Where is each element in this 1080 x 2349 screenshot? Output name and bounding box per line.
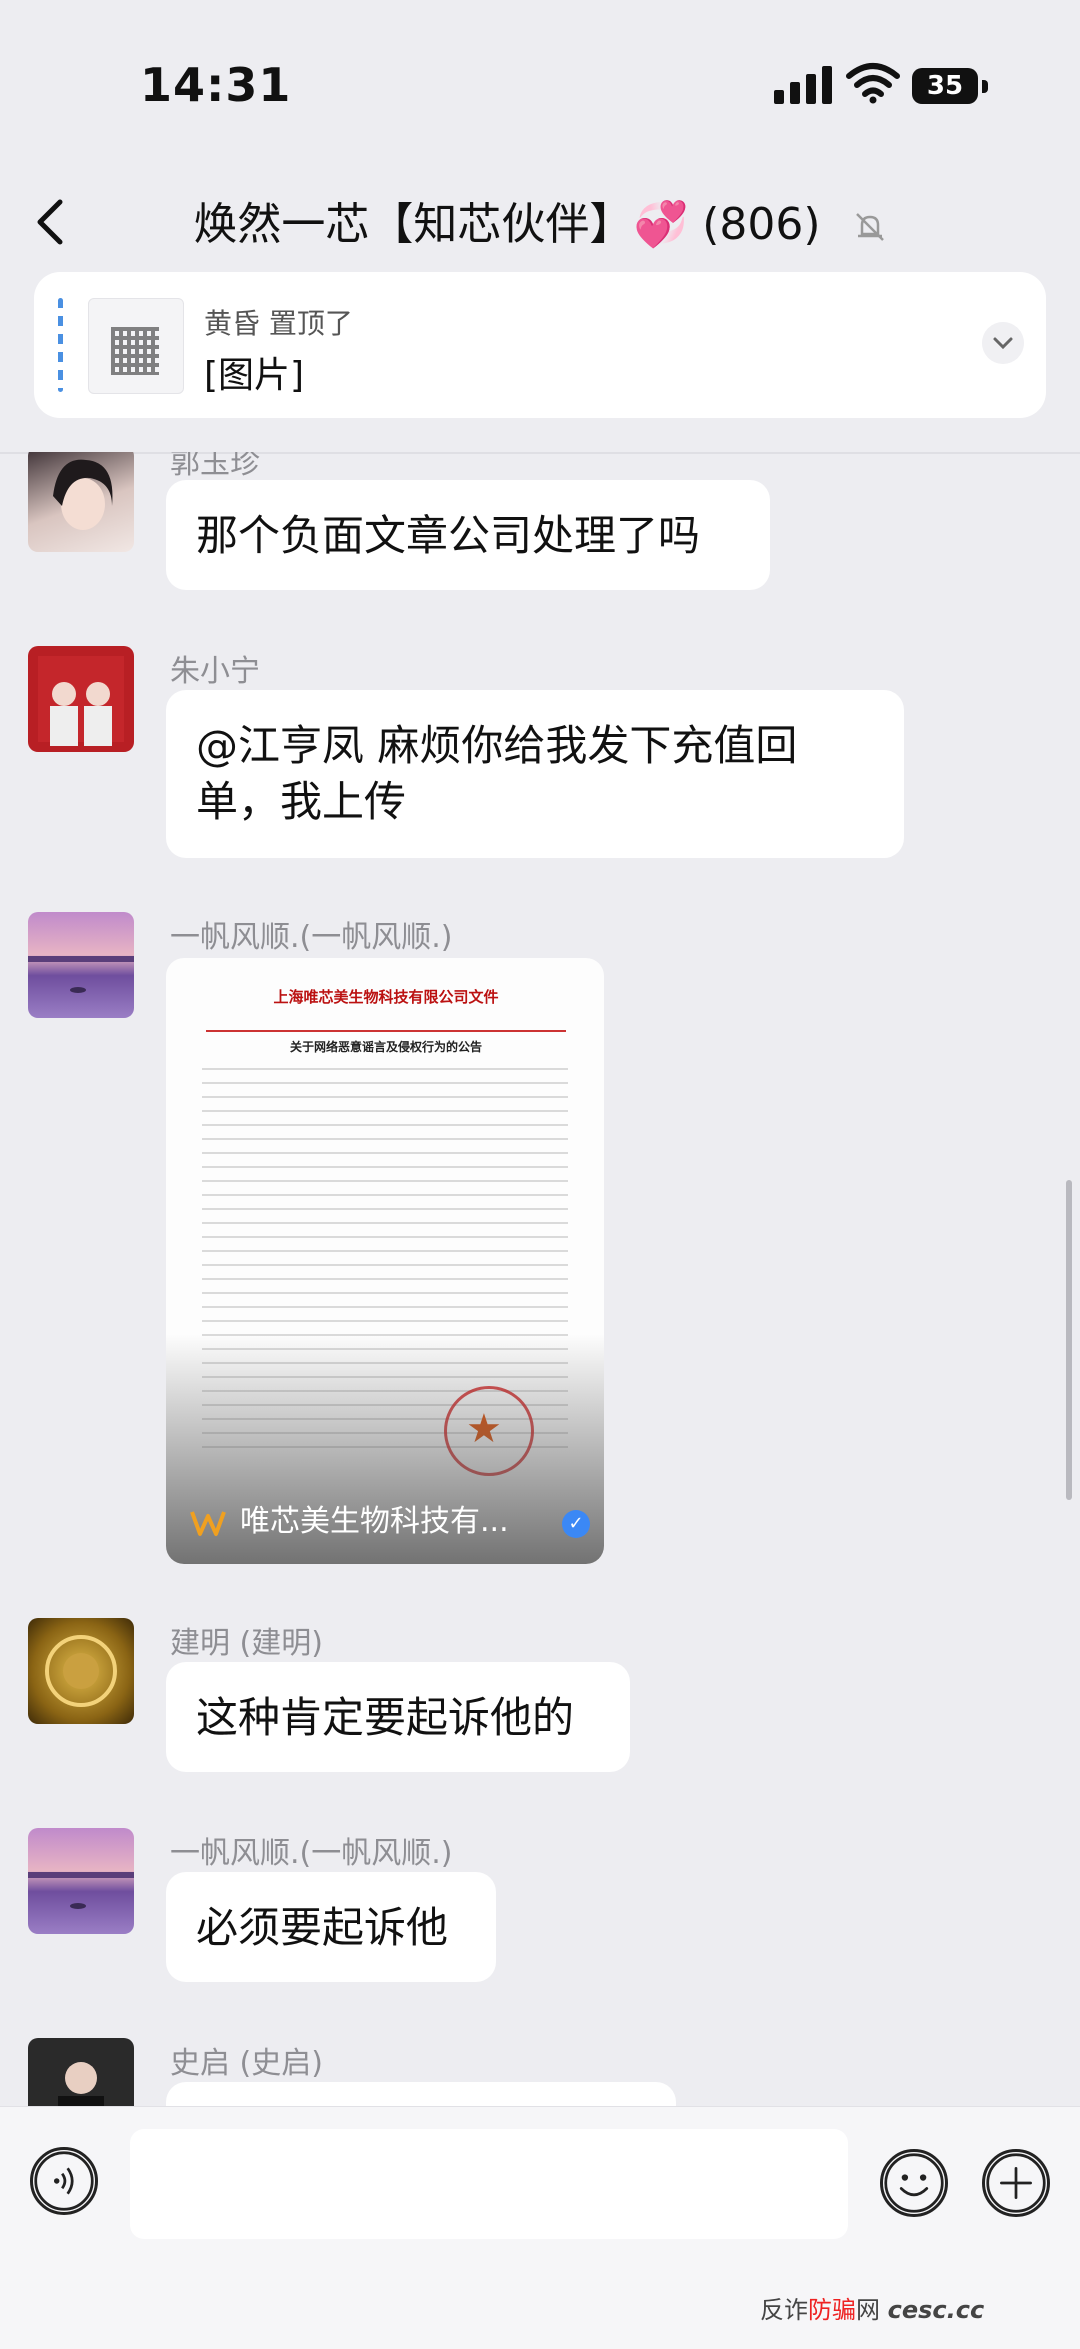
mute-bell-icon <box>855 213 884 241</box>
watermark-highlight: 防骗 <box>808 2296 856 2324</box>
watermark-domain: cesc.cc <box>887 2296 985 2324</box>
avatar-portrait <box>58 2062 104 2106</box>
avatar[interactable] <box>28 912 134 1018</box>
pinned-message-card[interactable]: 黄昏 置顶了 [图片] <box>34 272 1046 418</box>
avatar-family-photo <box>38 656 124 746</box>
sender-name: 郭玉珍 <box>170 452 260 481</box>
pin-indicator <box>58 298 63 392</box>
message-bubble[interactable]: 必须要起诉他 <box>166 1872 496 1982</box>
voice-icon[interactable] <box>30 2147 98 2215</box>
avatar[interactable] <box>28 646 134 752</box>
avatar[interactable] <box>28 452 134 552</box>
plus-icon[interactable] <box>982 2149 1050 2217</box>
chat-title-text: 焕然一芯【知芯伙伴】 <box>193 199 634 250</box>
message-input[interactable] <box>130 2129 848 2239</box>
avatar-portrait <box>53 459 113 530</box>
message-bubble[interactable]: 这种肯定要起诉他的 <box>166 1662 630 1772</box>
verified-icon: ✓ <box>562 1510 590 1538</box>
avatar-sunset-lake <box>28 956 134 993</box>
avatar[interactable] <box>28 2038 134 2106</box>
battery-cap <box>982 80 988 93</box>
status-time: 14:31 <box>140 58 292 112</box>
watermark-suffix: 网 <box>856 2296 880 2324</box>
document-title: 上海唯芯美生物科技有限公司文件 <box>273 988 499 1006</box>
message-bubble[interactable]: @江亨凤 麻烦你给我发下充值回单，我上传 <box>166 690 904 858</box>
wifi-icon <box>846 63 900 104</box>
sender-name: 一帆风顺.(一帆风顺.) <box>170 1836 453 1871</box>
signal-icon <box>774 64 832 104</box>
pinned-content: [图片] <box>204 355 305 396</box>
sender-name: 建明 (建明) <box>170 1626 323 1661</box>
brand-logo-icon <box>190 1510 226 1536</box>
message-bubble[interactable] <box>166 2082 676 2106</box>
chat-title: 焕然一芯【知芯伙伴】💞 (806) <box>0 188 1080 252</box>
message-bubble[interactable]: 那个负面文章公司处理了吗 <box>166 480 770 590</box>
document-subtitle: 关于网络恶意谣言及侵权行为的公告 <box>289 1040 482 1054</box>
sender-name: 一帆风顺.(一帆风顺.) <box>170 920 453 955</box>
pinned-sender-line: 黄昏 置顶了 <box>204 307 353 340</box>
image-message-document[interactable]: 上海唯芯美生物科技有限公司文件 关于网络恶意谣言及侵权行为的公告 ★ 唯芯美生物… <box>166 958 604 1564</box>
emoji-icon[interactable] <box>880 2149 948 2217</box>
avatar-gold-coin <box>45 1635 117 1707</box>
qr-code-image <box>111 327 159 375</box>
avatar[interactable] <box>28 1618 134 1724</box>
avatar[interactable] <box>28 1828 134 1934</box>
battery-icon: 35 <box>912 68 978 104</box>
avatar-sunset-lake <box>28 1872 134 1909</box>
pinned-image-thumbnail <box>88 298 184 394</box>
chat-header: 焕然一芯【知芯伙伴】💞 (806) <box>0 170 1080 270</box>
status-bar: 14:31 35 <box>0 0 1080 170</box>
document-rule <box>206 1030 566 1032</box>
member-count: (806) <box>702 199 821 250</box>
watermark: 反诈防骗网 cesc.cc <box>760 2290 984 2325</box>
chevron-down-icon[interactable] <box>982 322 1024 364</box>
watermark-prefix: 反诈 <box>760 2296 808 2324</box>
scrollbar[interactable] <box>1066 1180 1072 1500</box>
image-source-label: 唯芯美生物科技有... <box>190 1496 580 1540</box>
message-list[interactable]: 郭玉珍 那个负面文章公司处理了吗 朱小宁 @江亨凤 麻烦你给我发下充值回单，我上… <box>0 452 1080 2106</box>
source-name: 唯芯美生物科技有... <box>240 1504 509 1539</box>
sender-name: 史启 (史启) <box>170 2046 323 2081</box>
sender-name: 朱小宁 <box>170 654 260 689</box>
heart-emoji: 💞 <box>633 199 689 250</box>
